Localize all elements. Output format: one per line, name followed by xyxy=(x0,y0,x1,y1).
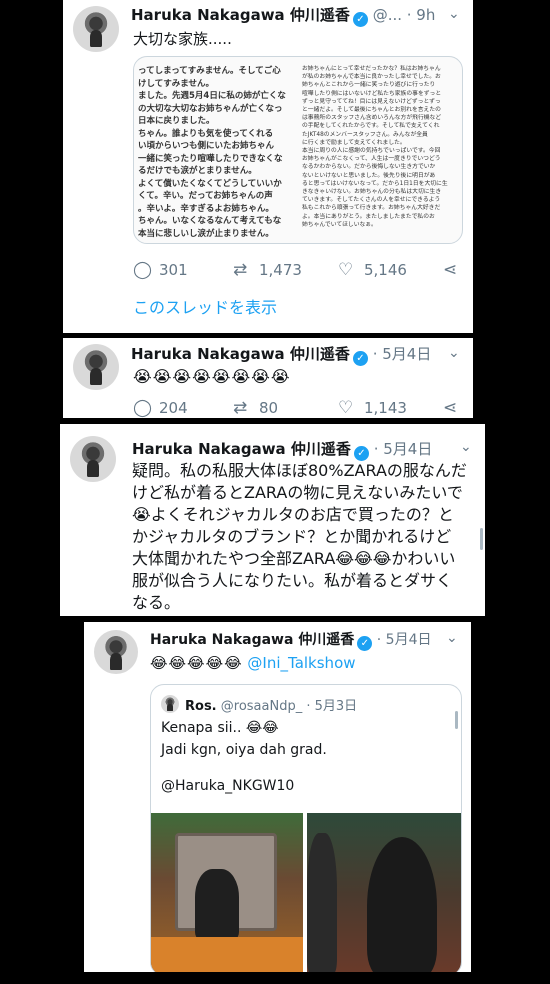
scrollbar[interactable] xyxy=(455,711,458,729)
retweet-button[interactable]: ⇄ 1,473 xyxy=(233,260,302,280)
show-thread-link[interactable]: このスレッドを表示 xyxy=(133,294,277,318)
chevron-down-icon[interactable]: ⌄ xyxy=(448,6,462,22)
like-count: 5,146 xyxy=(364,261,407,279)
tweet-header: Haruka Nakagawa 仲川遥香 ✓ · 5月4日 xyxy=(150,629,431,651)
reply-count: 204 xyxy=(159,399,188,417)
tweet-text: 😭😭😭😭😭😭😭😭 xyxy=(133,367,291,386)
heart-icon: ♡ xyxy=(338,398,354,418)
share-button[interactable]: ⋖ xyxy=(443,260,469,280)
tweet-card-4[interactable]: Haruka Nakagawa 仲川遥香 ✓ · 5月4日 ⌄ 😂😂😂😂😂 @In… xyxy=(84,622,471,972)
avatar[interactable] xyxy=(73,6,119,52)
person-silhouette xyxy=(307,833,337,972)
verified-icon: ✓ xyxy=(352,351,368,366)
person-silhouette xyxy=(195,869,239,939)
scrollbar[interactable] xyxy=(480,528,483,550)
tweet-text: 😂😂😂😂😂 @Ini_Talkshow xyxy=(150,650,356,676)
reply-count: 301 xyxy=(159,261,188,279)
tweet-image[interactable]: ってしまってすみません。そしてご心 けしてすみません。 ました。先週5月4日に私… xyxy=(133,56,463,244)
quote-meta[interactable]: @rosaaNdp_ · 5月3日 xyxy=(221,699,357,714)
chevron-down-icon[interactable]: ⌄ xyxy=(460,439,474,455)
chevron-down-icon[interactable]: ⌄ xyxy=(448,345,462,361)
tweet-meta[interactable]: · 5月4日 xyxy=(373,345,432,363)
quote-text: Kenapa sii.. 😂😂 Jadi kgn, oiya dah grad.… xyxy=(161,720,327,794)
tweet-header: Haruka Nakagawa 仲川遥香 ✓ · 5月4日 xyxy=(132,438,432,461)
retweet-count: 1,473 xyxy=(259,261,302,279)
tweet-meta[interactable]: @... · 9h xyxy=(373,6,436,24)
tweet-text: 大切な家族..... xyxy=(133,30,232,48)
tweet-card-1[interactable]: Haruka Nakagawa 仲川遥香 ✓ @... · 9h ⌄ 大切な家族.… xyxy=(63,0,473,333)
heart-icon: ♡ xyxy=(338,260,354,280)
display-name[interactable]: Haruka Nakagawa 仲川遥香 xyxy=(131,345,350,363)
like-button[interactable]: ♡ 1,143 xyxy=(338,398,407,418)
retweet-icon: ⇄ xyxy=(233,260,248,280)
reply-button[interactable]: ◯ 301 xyxy=(133,260,188,280)
display-name[interactable]: Haruka Nakagawa 仲川遥香 xyxy=(131,6,350,24)
quote-header: Ros. @rosaaNdp_ · 5月3日 xyxy=(185,695,357,714)
reply-icon: ◯ xyxy=(133,398,153,418)
tweet-card-3[interactable]: Haruka Nakagawa 仲川遥香 ✓ · 5月4日 ⌄ 疑問。私の私服大体… xyxy=(60,424,485,616)
display-name[interactable]: Haruka Nakagawa 仲川遥香 xyxy=(150,632,354,648)
tweet-meta[interactable]: · 5月4日 xyxy=(377,632,432,648)
share-icon: ⋖ xyxy=(443,398,458,418)
retweet-icon: ⇄ xyxy=(233,398,248,418)
quote-photo-right[interactable] xyxy=(307,813,461,972)
tweet-text: 疑問。私の私服大体ほぼ80%ZARAの服なんだ けど私が着るとZARAの物に見え… xyxy=(132,461,467,612)
mention-link[interactable]: @Ini_Talkshow xyxy=(247,654,355,672)
like-count: 1,143 xyxy=(364,399,407,417)
quote-display-name[interactable]: Ros. xyxy=(185,699,217,714)
verified-icon: ✓ xyxy=(352,12,368,27)
verified-icon: ✓ xyxy=(353,446,369,461)
tweet-card-2[interactable]: Haruka Nakagawa 仲川遥香 ✓ · 5月4日 ⌄ 😭😭😭😭😭😭😭😭 … xyxy=(63,338,473,418)
orange-prop xyxy=(151,937,303,972)
display-name[interactable]: Haruka Nakagawa 仲川遥香 xyxy=(132,440,351,458)
tweet-header: Haruka Nakagawa 仲川遥香 ✓ @... · 9h xyxy=(131,4,435,27)
person-silhouette xyxy=(367,837,437,972)
quoted-tweet[interactable]: Ros. @rosaaNdp_ · 5月3日 Kenapa sii.. 😂😂 J… xyxy=(150,684,462,972)
letter-right-column: お姉ちゃんにとって幸せだったかな？私はお姉ちゃん が私のお姉ちゃんで本当に良かっ… xyxy=(302,66,448,228)
avatar[interactable] xyxy=(73,344,119,390)
quote-avatar[interactable] xyxy=(161,695,179,713)
quote-photo-left[interactable] xyxy=(151,813,303,972)
share-icon: ⋖ xyxy=(443,260,458,280)
emoji-run: 😂😂😂😂😂 xyxy=(150,654,243,672)
avatar[interactable] xyxy=(94,630,138,674)
retweet-button[interactable]: ⇄ 80 xyxy=(233,398,278,418)
retweet-count: 80 xyxy=(259,399,279,417)
share-button[interactable]: ⋖ xyxy=(443,398,469,418)
reply-icon: ◯ xyxy=(133,260,153,280)
tweet-meta[interactable]: · 5月4日 xyxy=(374,440,433,458)
verified-icon: ✓ xyxy=(357,636,373,651)
letter-left-column: ってしまってすみません。そしてご心 けしてすみません。 ました。先週5月4日に私… xyxy=(138,66,286,239)
reply-button[interactable]: ◯ 204 xyxy=(133,398,188,418)
avatar[interactable] xyxy=(70,436,116,482)
like-button[interactable]: ♡ 5,146 xyxy=(338,260,407,280)
chevron-down-icon[interactable]: ⌄ xyxy=(446,630,460,646)
tweet-header: Haruka Nakagawa 仲川遥香 ✓ · 5月4日 xyxy=(131,343,431,366)
